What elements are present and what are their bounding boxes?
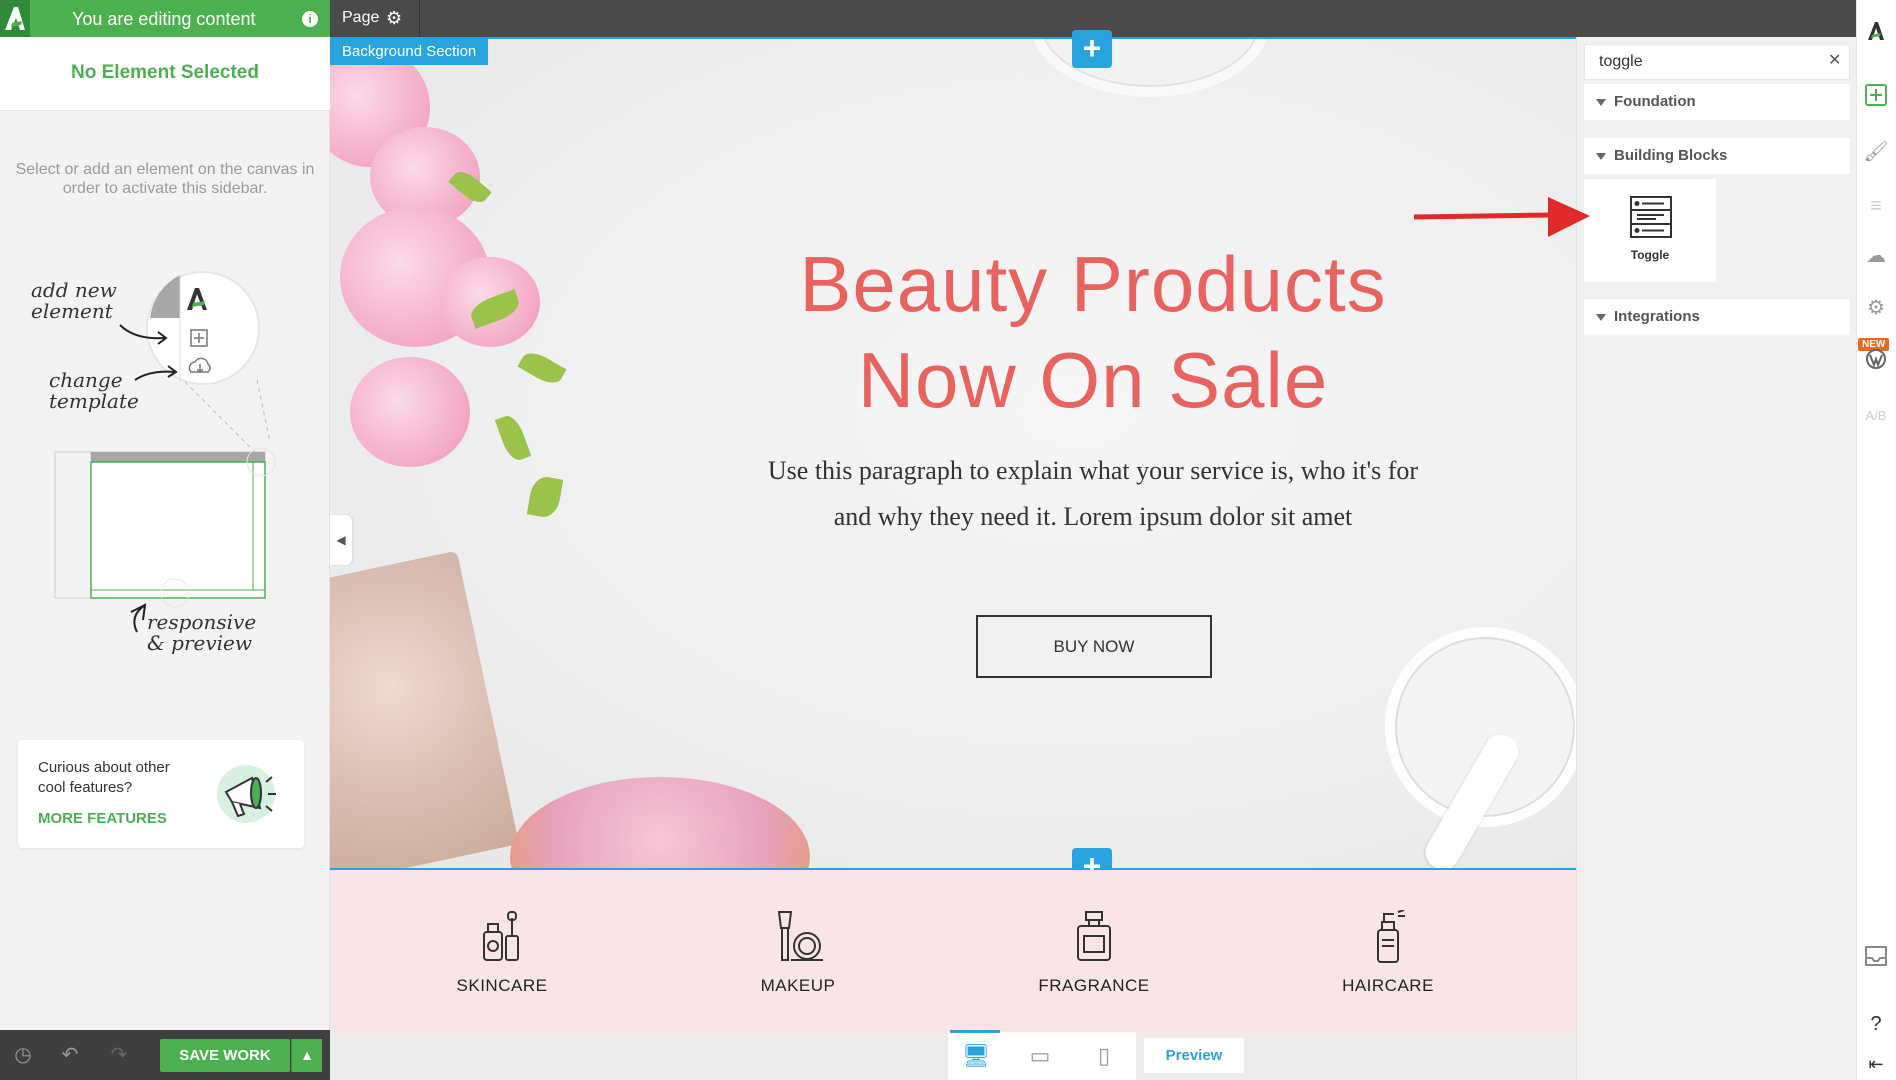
section-foundation[interactable]: Foundation xyxy=(1584,84,1850,120)
bath-salt-jar-decoration xyxy=(330,550,520,869)
clear-search-close-icon[interactable]: ✕ xyxy=(1828,50,1841,70)
active-device-indicator xyxy=(950,1030,1000,1033)
editing-banner-text: You are editing content xyxy=(72,9,256,29)
hero-title[interactable]: Beauty Products Now On Sale xyxy=(700,236,1486,428)
top-jar-decoration xyxy=(1030,37,1270,97)
makeup-brush-icon xyxy=(777,911,823,961)
app-logo[interactable] xyxy=(0,0,30,37)
buy-now-button[interactable]: BUY NOW xyxy=(976,615,1212,678)
illus-add-new-label: add new element xyxy=(31,278,117,323)
inbox-icon xyxy=(1865,946,1887,966)
page-settings-label[interactable]: Page xyxy=(342,9,379,27)
illus-change-template-label: change template xyxy=(49,368,139,413)
cloud-download-icon[interactable]: ☁ xyxy=(1860,240,1892,272)
leaf-decoration xyxy=(526,474,564,520)
wordpress-icon[interactable] xyxy=(1860,348,1892,380)
category-makeup[interactable]: MAKEUP xyxy=(698,910,898,996)
red-arrow-annotation-icon xyxy=(1413,197,1590,237)
toggle-element-card[interactable] xyxy=(1584,179,1716,282)
inbox-icon[interactable] xyxy=(1860,944,1892,976)
collapse-sidebar-chevron-left-icon[interactable]: ◀ xyxy=(330,515,352,565)
page-gear-icon[interactable]: ⚙ xyxy=(386,8,402,29)
category-label: SKINCARE xyxy=(456,976,548,995)
save-options-chevron-up-icon[interactable]: ▲ xyxy=(291,1039,322,1072)
skincare-bottles-icon xyxy=(483,911,519,961)
category-haircare[interactable]: HAIRCARE xyxy=(1288,910,1488,996)
caret-down-icon xyxy=(1596,152,1606,160)
element-search-input[interactable]: toggle xyxy=(1584,44,1850,80)
leaf-decoration xyxy=(517,347,567,389)
toggle-element-icon xyxy=(1630,196,1672,238)
features-card: Curious about other cool features? MORE … xyxy=(18,740,304,848)
category-label: FRAGRANCE xyxy=(1038,976,1150,995)
brush-icon[interactable]: 🖌 xyxy=(1860,136,1892,168)
settings-gear-icon[interactable]: ⚙ xyxy=(1860,292,1892,324)
perfume-bottle-icon xyxy=(1077,911,1111,961)
history-icon[interactable]: ◷ xyxy=(8,1040,38,1070)
flower-bowl-decoration xyxy=(510,777,810,869)
preview-button[interactable]: Preview xyxy=(1144,1038,1244,1073)
info-icon[interactable]: i xyxy=(302,11,318,27)
leaf-decoration xyxy=(494,412,532,464)
wordpress-icon xyxy=(1866,349,1886,369)
tablet-icon[interactable]: ▭ xyxy=(1020,1040,1060,1072)
features-text: Curious about other cool features? xyxy=(38,759,170,796)
hero-paragraph[interactable]: Use this paragraph to explain what your … xyxy=(700,448,1486,540)
toggle-element-label: Toggle xyxy=(1630,248,1670,262)
spray-bottle-icon xyxy=(1377,910,1405,963)
sidebar-hint: Select or add an element on the canvas i… xyxy=(15,161,315,197)
thrive-logo-icon xyxy=(5,7,25,30)
category-label: MAKEUP xyxy=(760,976,836,995)
add-element-plus-icon[interactable] xyxy=(1860,84,1892,116)
redo-icon[interactable]: ↷ xyxy=(104,1040,134,1070)
section-top-border xyxy=(330,37,1576,39)
megaphone-icon xyxy=(217,765,276,823)
section-building-blocks[interactable]: Building Blocks xyxy=(1584,138,1850,174)
flower-decoration xyxy=(350,357,470,467)
add-element-plus-icon xyxy=(1865,84,1887,106)
add-section-plus-icon[interactable]: + xyxy=(1072,30,1112,68)
thrive-logo-icon xyxy=(1868,22,1884,40)
rail-logo[interactable] xyxy=(1860,20,1892,52)
caret-down-icon xyxy=(1596,313,1606,321)
save-work-button[interactable]: SAVE WORK xyxy=(160,1039,290,1072)
mobile-icon[interactable]: ▯ xyxy=(1084,1040,1124,1072)
category-label: HAIRCARE xyxy=(1342,976,1434,995)
undo-icon[interactable]: ↶ xyxy=(55,1040,85,1070)
caret-down-icon xyxy=(1596,98,1606,106)
category-skincare[interactable]: SKINCARE xyxy=(402,910,602,996)
help-icon[interactable]: ? xyxy=(1860,1008,1892,1040)
category-fragrance[interactable]: FRAGRANCE xyxy=(994,910,1194,996)
illus-responsive-label: responsive & preview xyxy=(147,610,257,655)
topbar-separator xyxy=(410,0,420,37)
desktop-icon[interactable]: 🖥 xyxy=(956,1040,996,1072)
ab-test-icon[interactable]: A/B xyxy=(1860,400,1892,432)
exit-editor-icon[interactable]: ⇤ xyxy=(1860,1048,1892,1080)
onboarding-illustration: add new element change template responsive… xyxy=(25,260,305,680)
sliders-icon[interactable]: ≡ xyxy=(1860,190,1892,222)
section-integrations[interactable]: Integrations xyxy=(1584,299,1850,335)
more-features-link[interactable]: MORE FEATURES xyxy=(38,810,167,827)
background-section-tag[interactable]: Background Section xyxy=(330,37,489,65)
no-element-heading: No Element Selected xyxy=(0,37,330,111)
